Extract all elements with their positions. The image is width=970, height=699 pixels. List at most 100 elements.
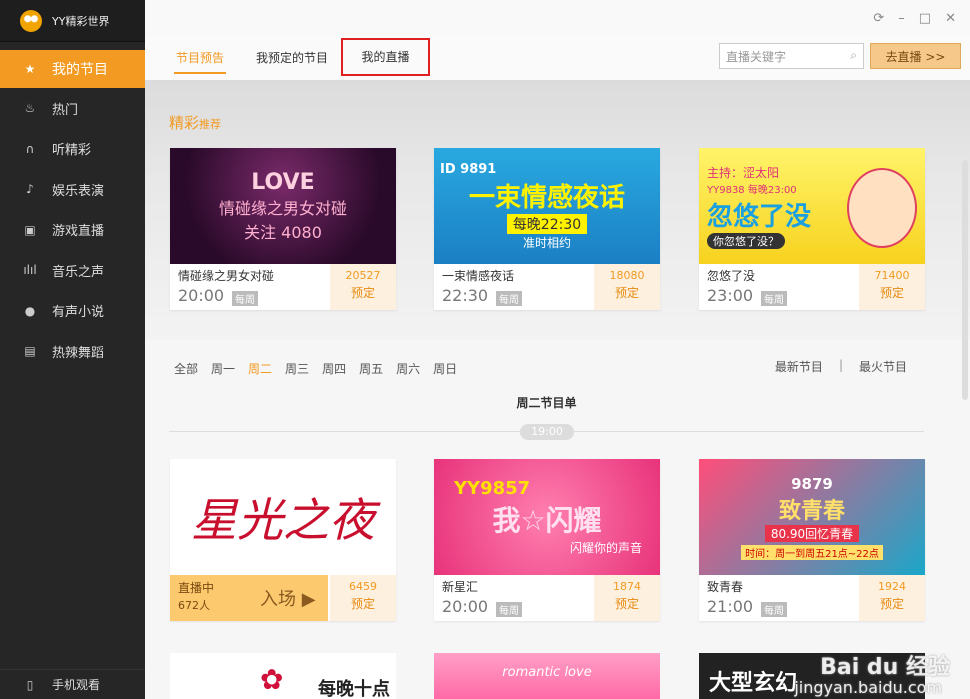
live-label: 直播中: [178, 581, 215, 595]
schedule-card-partial[interactable]: 每晚十点 ✿: [170, 653, 396, 699]
sidebar-item-listen[interactable]: ∩ 听精彩: [0, 129, 145, 170]
window-titlebar: ⟳ – □ ✕: [145, 0, 970, 36]
book-button[interactable]: 6459 预定: [330, 575, 396, 621]
program-thumbnail: 9879 致青春 80.90回忆青春 时间：周一到周五21点~22点: [699, 459, 925, 575]
program-name: 情碰缘之男女对碰: [178, 269, 275, 283]
sort-hottest[interactable]: 最火节目: [859, 358, 907, 375]
book-button[interactable]: 71400 预定: [859, 264, 925, 310]
program-time: 20:00: [178, 286, 225, 305]
program-thumbnail-text: romantic love: [502, 665, 592, 680]
watermark-url: jingyan.baidu.com: [794, 678, 942, 697]
live-status: 直播中 672人 入场 ▶: [170, 575, 328, 621]
book-button[interactable]: 18080 预定: [594, 264, 660, 310]
scrollbar[interactable]: [962, 160, 968, 400]
sidebar-item-music[interactable]: ılıl 音乐之声: [0, 250, 145, 291]
schedule-card[interactable]: 9879 致青春 80.90回忆青春 时间：周一到周五21点~22点 致青春 2…: [699, 459, 925, 621]
sidebar-item-game-live[interactable]: ▣ 游戏直播: [0, 210, 145, 251]
program-thumbnail: YY9857 我☆闪耀 闪耀你的声音: [434, 459, 660, 575]
book-label: 预定: [879, 286, 904, 300]
filter-all[interactable]: 全部: [174, 360, 198, 377]
app-brand: YY精彩世界: [0, 0, 145, 42]
mobile-watch-button[interactable]: ▯ 手机观看: [0, 669, 145, 699]
book-count: 71400: [874, 269, 910, 282]
refresh-icon[interactable]: ⟳: [873, 11, 884, 26]
featured-card[interactable]: ID 9891 一束情感夜话 每晚22:30 准时相约 一束情感夜话 22:30…: [434, 148, 660, 310]
flame-icon: ♨: [24, 101, 36, 116]
book-icon: ●: [24, 303, 36, 318]
tab-schedule[interactable]: 节目预告: [174, 46, 226, 74]
schedule-card-live[interactable]: 星光之夜 直播中 672人 入场 ▶ 6459 预定: [170, 459, 396, 621]
music-note-icon: ♪: [26, 182, 34, 197]
featured-card[interactable]: LOVE 情碰缘之男女对碰 关注 4080 情碰缘之男女对碰 20:00 每周 …: [170, 148, 396, 310]
book-count: 20527: [345, 269, 381, 282]
filter-wed[interactable]: 周三: [285, 360, 309, 377]
enter-button[interactable]: 入场 ▶: [260, 585, 316, 611]
close-icon[interactable]: ✕: [945, 11, 956, 26]
main-panel: ⟳ – □ ✕ 节目预告 我预定的节目 我的直播 直播关键字 ⌕ 去直播 >> …: [145, 0, 970, 699]
weekly-badge: 每周: [761, 602, 787, 617]
sidebar-item-entertainment[interactable]: ♪ 娱乐表演: [0, 169, 145, 210]
filter-sat[interactable]: 周六: [396, 360, 420, 377]
featured-section: 精彩推荐 LOVE 情碰缘之男女对碰 关注 4080 情碰缘之男女对碰 20:0…: [145, 80, 970, 400]
day-filter: 全部 周一 周二 周三 周四 周五 周六 周日: [174, 360, 457, 377]
sidebar-item-audio-novel[interactable]: ● 有声小说: [0, 291, 145, 332]
program-time: 20:00: [442, 597, 489, 616]
schedule-card[interactable]: YY9857 我☆闪耀 闪耀你的声音 新星汇 20:00 每周 1874 预定: [434, 459, 660, 621]
schedule-title: 周二节目单: [516, 396, 577, 410]
tab-my-live[interactable]: 我的直播: [341, 38, 430, 76]
sort-newest[interactable]: 最新节目: [775, 358, 823, 375]
filter-sun[interactable]: 周日: [433, 360, 457, 377]
minimize-icon[interactable]: –: [898, 11, 905, 26]
viewer-count: 672人: [178, 599, 210, 612]
sort-options: 最新节目 | 最火节目: [775, 358, 907, 375]
gamepad-icon: ▣: [24, 222, 36, 237]
book-button[interactable]: 20527 预定: [330, 264, 396, 310]
filter-thu[interactable]: 周四: [322, 360, 346, 377]
search-placeholder: 直播关键字: [726, 49, 787, 64]
sidebar-item-label: 热门: [52, 102, 79, 118]
program-thumbnail: 星光之夜: [170, 459, 396, 575]
featured-card[interactable]: 主持：涩太阳 YY9838 每晚23:00 忽悠了没 你忽悠了没？ 忽悠了没 2…: [699, 148, 925, 310]
sidebar: YY精彩世界 ★ 我的节目 ♨ 热门 ∩ 听精彩 ♪ 娱乐表演 ▣ 游戏直播 ı…: [0, 0, 145, 699]
sidebar-item-label: 热辣舞蹈: [52, 345, 105, 361]
filter-fri[interactable]: 周五: [359, 360, 383, 377]
decor-mark-icon: ✿: [260, 663, 284, 696]
book-count: 18080: [609, 269, 645, 282]
filter-tue[interactable]: 周二: [248, 360, 272, 377]
search-icon[interactable]: ⌕: [850, 48, 857, 63]
weekly-badge: 每周: [496, 602, 522, 617]
featured-title: 精彩推荐: [169, 114, 222, 132]
book-count: 1874: [613, 580, 641, 593]
tab-my-booked[interactable]: 我预定的节目: [255, 46, 329, 74]
headphones-icon: ∩: [25, 141, 35, 156]
filter-mon[interactable]: 周一: [211, 360, 235, 377]
program-thumbnail-text: 每晚十点: [318, 679, 390, 699]
program-name: 新星汇: [442, 580, 479, 594]
phone-icon: ▯: [26, 677, 34, 692]
weekly-badge: 每周: [232, 291, 258, 306]
sidebar-item-hot[interactable]: ♨ 热门: [0, 88, 145, 129]
sidebar-item-label: 听精彩: [52, 143, 92, 159]
book-label: 预定: [879, 597, 904, 611]
sidebar-item-dance[interactable]: ▤ 热辣舞蹈: [0, 331, 145, 372]
search-input[interactable]: 直播关键字 ⌕: [719, 43, 864, 69]
sidebar-item-label: 游戏直播: [52, 224, 105, 240]
book-count: 1924: [878, 580, 906, 593]
book-label: 预定: [614, 597, 639, 611]
book-count: 6459: [349, 580, 377, 593]
program-name: 一束情感夜话: [442, 269, 515, 283]
sidebar-item-my-shows[interactable]: ★ 我的节目: [0, 50, 145, 88]
sort-separator: |: [838, 358, 843, 372]
mobile-watch-label: 手机观看: [52, 678, 101, 692]
yy-logo-icon: [20, 9, 42, 32]
equalizer-icon: ılıl: [23, 263, 37, 278]
book-button[interactable]: 1874 预定: [594, 575, 660, 621]
maximize-icon[interactable]: □: [919, 11, 931, 26]
cartoon-face-icon: [847, 168, 917, 248]
book-label: 预定: [350, 597, 375, 611]
schedule-card-partial[interactable]: romantic love: [434, 653, 660, 699]
program-thumbnail: ID 9891 一束情感夜话 每晚22:30 准时相约: [434, 148, 660, 264]
book-button[interactable]: 1924 预定: [859, 575, 925, 621]
go-live-button[interactable]: 去直播 >>: [870, 43, 961, 69]
sidebar-item-label: 音乐之声: [52, 264, 105, 280]
